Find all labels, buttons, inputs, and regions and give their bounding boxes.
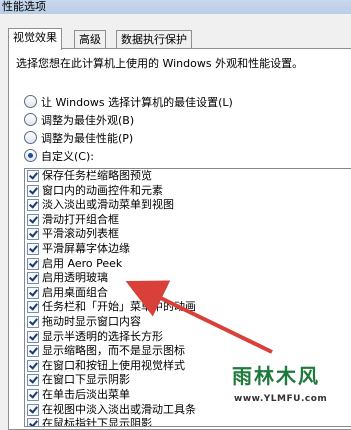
checkbox[interactable] [27,374,39,387]
radio-best-appearance[interactable]: 调整为最佳外观(B) [24,113,134,129]
window-title: 性能选项 [2,0,46,13]
effect-label: 滑动打开组合框 [42,212,119,226]
checkbox[interactable] [27,388,39,401]
radio-label: 调整为最佳性能(P) [41,132,134,145]
effect-item[interactable]: 启用透明玻璃 [25,271,351,286]
effect-item[interactable]: 窗口内的动画控件和元素 [25,184,351,199]
tab-visual-effects[interactable]: 视觉效果 [8,28,62,50]
radio-let-windows-choose[interactable]: 让 Windows 选择计算机的最佳设置(L) [24,95,233,111]
tab-advanced[interactable]: 高级 [74,30,106,49]
checkbox[interactable] [27,242,39,255]
effect-label: 在鼠标指针下显示阴影 [42,417,152,427]
effect-item[interactable]: 滑动打开组合框 [25,213,351,228]
checkbox[interactable] [27,286,39,299]
effect-item[interactable]: 淡入淡出或滑动菜单到视图 [25,198,351,213]
checkbox[interactable] [27,257,39,270]
watermark-logo: 雨林木风 www.YLMFU.com [232,360,348,422]
effect-item[interactable]: 显示缩略图，而不是显示图标 [25,344,351,359]
effect-item[interactable]: 启用 Aero Peek [25,257,351,272]
checkbox[interactable] [27,315,39,328]
checkbox[interactable] [27,403,39,416]
effect-label: 拖动时显示窗口内容 [42,314,141,328]
effect-item[interactable]: 拖动时显示窗口内容 [25,315,351,330]
checkbox[interactable] [27,199,39,212]
effect-label: 平滑屏幕字体边缘 [42,241,130,255]
title-bar: 性能选项 [0,0,351,14]
radio-label: 自定义(C): [41,150,94,163]
checkbox[interactable] [27,184,39,197]
effect-item[interactable]: 显示半透明的选择长方形 [25,330,351,345]
effect-item[interactable]: 启用桌面组合 [25,286,351,301]
effect-label: 任务栏和「开始」菜单中的动画 [42,300,196,314]
effect-label: 淡入淡出或滑动菜单到视图 [42,198,174,212]
checkbox[interactable] [27,330,39,343]
radio-label: 让 Windows 选择计算机的最佳设置(L) [41,96,233,109]
radio-selected-icon [24,149,37,162]
radio-icon [24,95,37,108]
intro-text: 选择您想在此计算机上使用的 Windows 外观和性能设置。 [16,57,304,70]
effect-label: 保存任务栏缩略图预览 [42,169,152,182]
effect-label: 显示半透明的选择长方形 [42,329,163,343]
radio-icon [24,113,37,126]
effect-item[interactable]: 保存任务栏缩略图预览 [25,169,351,184]
checkbox[interactable] [27,359,39,372]
effect-item[interactable]: 平滑滚动列表框 [25,227,351,242]
effect-label: 平滑滚动列表框 [42,227,119,241]
radio-icon [24,131,37,144]
radio-custom[interactable]: 自定义(C): [24,149,94,165]
checkbox[interactable] [27,418,39,426]
effect-label: 在窗口下显示阴影 [42,373,130,387]
tab-data-execution-prevention[interactable]: 数据执行保护 [116,30,192,49]
effect-label: 在单击后淡出菜单 [42,387,130,401]
effect-label: 在窗口和按钮上使用视觉样式 [42,358,185,372]
checkbox[interactable] [27,345,39,358]
effect-label: 启用透明玻璃 [42,271,108,285]
effect-item[interactable]: 平滑屏幕字体边缘 [25,242,351,257]
effect-item[interactable]: 任务栏和「开始」菜单中的动画 [25,300,351,315]
effect-label: 启用桌面组合 [42,285,108,299]
checkbox[interactable] [27,170,39,182]
effect-label: 启用 Aero Peek [42,256,123,270]
radio-best-performance[interactable]: 调整为最佳性能(P) [24,131,133,147]
checkbox[interactable] [27,228,39,241]
checkbox[interactable] [27,213,39,226]
watermark-url: www.YLMFU.com [234,394,328,404]
effect-label: 窗口内的动画控件和元素 [42,183,163,197]
effect-label: 显示缩略图，而不是显示图标 [42,344,185,358]
checkbox[interactable] [27,272,39,285]
watermark-name: 雨林木风 [232,364,320,388]
radio-label: 调整为最佳外观(B) [41,114,135,127]
checkbox[interactable] [27,301,39,314]
effect-label: 在视图中淡入淡出或滑动工具条 [42,402,196,416]
